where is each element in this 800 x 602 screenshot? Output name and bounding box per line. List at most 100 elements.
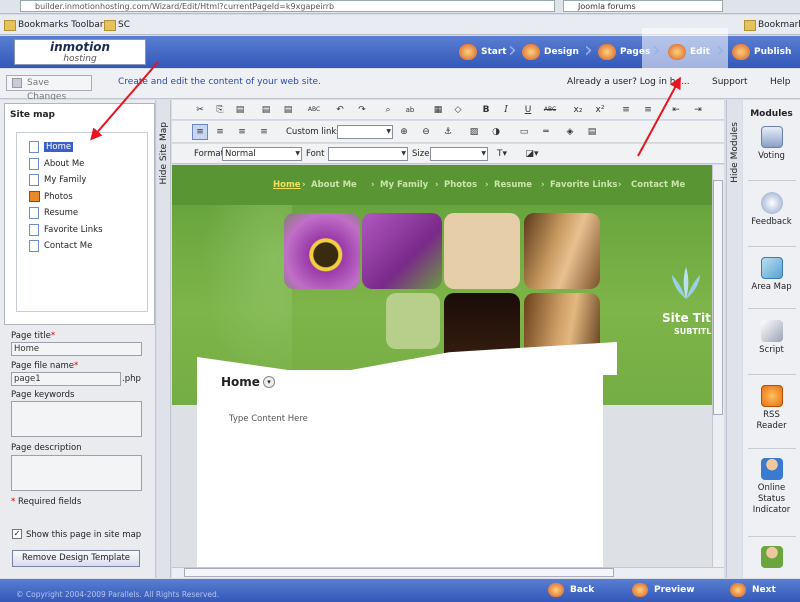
page-keywords-textarea[interactable] xyxy=(11,401,142,437)
replace-icon[interactable]: ab xyxy=(402,102,418,118)
tree-item-label: About Me xyxy=(44,159,85,169)
module-online-status[interactable]: Online Status Indicator xyxy=(743,458,800,516)
tree-item-favorite-links[interactable]: Favorite Links xyxy=(27,222,103,238)
save-changes-button[interactable]: Save Changes xyxy=(6,75,92,102)
tree-item-about-me[interactable]: About Me xyxy=(27,156,84,172)
help-link[interactable]: Help xyxy=(770,77,791,87)
tree-item-resume[interactable]: Resume xyxy=(27,205,78,221)
outdent-icon[interactable]: ⇤ xyxy=(668,102,684,118)
special-char-icon[interactable]: ◈ xyxy=(562,124,578,140)
step-pages[interactable]: Pages xyxy=(594,36,650,68)
font-select[interactable] xyxy=(328,147,408,161)
chevron-right-icon: › xyxy=(652,38,661,63)
indent-icon[interactable]: ⇥ xyxy=(690,102,706,118)
step-design[interactable]: Design xyxy=(518,36,579,68)
subscript-icon[interactable]: x₂ xyxy=(570,102,586,118)
browser-search-field[interactable]: Joomla forums xyxy=(563,0,723,12)
vertical-scroll-thumb[interactable] xyxy=(713,180,723,415)
module-divider xyxy=(748,374,796,375)
align-center-icon[interactable]: ≡ xyxy=(212,124,228,140)
page-title-input[interactable]: Home xyxy=(11,342,142,356)
tree-item-photos[interactable]: Photos xyxy=(27,189,73,205)
bookmark-bookmarks-toolbar[interactable]: Bookmarks Toolbar xyxy=(4,18,104,32)
page-file-name-input[interactable]: page1 xyxy=(11,372,121,386)
strikethrough-icon[interactable]: ABC xyxy=(542,102,558,118)
step-start[interactable]: Start xyxy=(455,36,507,68)
chevron-right-icon: › xyxy=(485,180,489,190)
format-select[interactable]: Normal xyxy=(222,147,302,161)
select-all-icon[interactable]: ▦ xyxy=(430,102,446,118)
page-description-textarea[interactable] xyxy=(11,455,142,491)
bookmark-overflow[interactable]: Bookmark xyxy=(744,18,800,32)
editor-canvas[interactable]: Home › About Me › My Family › Photos › R… xyxy=(172,165,712,567)
custom-links-select[interactable] xyxy=(337,125,393,139)
spellcheck-icon[interactable]: ABC xyxy=(306,102,322,118)
horizontal-rule-icon[interactable]: ═ xyxy=(538,124,554,140)
tree-item-contact-me[interactable]: Contact Me xyxy=(27,238,92,254)
tree-item-my-family[interactable]: My Family xyxy=(27,172,86,188)
content-placeholder[interactable]: Type Content Here xyxy=(229,414,308,424)
justify-icon[interactable]: ≡ xyxy=(256,124,272,140)
remove-format-icon[interactable]: ◇ xyxy=(450,102,466,118)
underline-icon[interactable]: U xyxy=(520,102,536,118)
site-map-title: Site map xyxy=(10,110,55,120)
content-area[interactable] xyxy=(197,370,603,567)
address-field[interactable]: builder.inmotionhosting.com/Wizard/Edit/… xyxy=(20,0,555,12)
italic-icon[interactable]: I xyxy=(498,102,514,118)
find-icon[interactable]: ⌕ xyxy=(380,102,396,118)
step-publish[interactable]: Publish xyxy=(728,36,791,68)
align-left-icon[interactable]: ≡ xyxy=(192,124,208,140)
site-nav-resume[interactable]: Resume xyxy=(494,180,532,190)
copy-icon[interactable]: ⎘ xyxy=(212,102,228,118)
size-select[interactable] xyxy=(430,147,488,161)
horizontal-scroll-thumb[interactable] xyxy=(184,568,614,577)
numbered-list-icon[interactable]: ≡ xyxy=(618,102,634,118)
cut-icon[interactable]: ✂ xyxy=(192,102,208,118)
next-button[interactable]: Next xyxy=(728,579,776,602)
link-icon[interactable]: ⊕ xyxy=(396,124,412,140)
anchor-icon[interactable]: ⚓ xyxy=(440,124,456,140)
paste-word-icon[interactable]: ▤ xyxy=(280,102,296,118)
redo-icon[interactable]: ↷ xyxy=(354,102,370,118)
show-in-site-map-checkbox[interactable]: ✓ xyxy=(12,529,22,539)
bookmark-sc[interactable]: SC xyxy=(104,18,130,32)
text-color-icon[interactable]: T▾ xyxy=(494,146,510,162)
bold-icon[interactable]: B xyxy=(478,102,494,118)
site-nav-favorite-links[interactable]: Favorite Links xyxy=(550,180,617,190)
module-feedback[interactable]: Feedback xyxy=(743,192,800,228)
remove-design-template-button[interactable]: Remove Design Template xyxy=(12,550,140,567)
preview-button[interactable]: Preview xyxy=(630,579,695,602)
source-icon[interactable]: ▤ xyxy=(584,124,600,140)
undo-icon[interactable]: ↶ xyxy=(332,102,348,118)
module-area-map[interactable]: Area Map xyxy=(743,257,800,293)
site-nav-contact-me[interactable]: Contact Me xyxy=(631,180,685,190)
login-link[interactable]: Already a user? Log in he... xyxy=(567,77,690,87)
site-nav-about-me[interactable]: About Me xyxy=(311,180,357,190)
site-nav-my-family[interactable]: My Family xyxy=(380,180,428,190)
align-right-icon[interactable]: ≡ xyxy=(234,124,250,140)
page-icon xyxy=(29,224,39,236)
module-voting[interactable]: Voting xyxy=(743,126,800,162)
unlink-icon[interactable]: ⊖ xyxy=(418,124,434,140)
back-button[interactable]: Back xyxy=(546,579,594,602)
image-icon[interactable]: ▨ xyxy=(466,124,482,140)
paste-icon[interactable]: ▤ xyxy=(232,102,248,118)
background-color-icon[interactable]: ◪▾ xyxy=(524,146,540,162)
flash-icon[interactable]: ◑ xyxy=(488,124,504,140)
page-options-button[interactable]: ▾ xyxy=(263,376,275,388)
module-script[interactable]: Script xyxy=(743,320,800,356)
tree-item-home[interactable]: Home xyxy=(27,139,74,155)
table-icon[interactable]: ▭ xyxy=(516,124,532,140)
hide-modules-bar[interactable]: Hide Modules xyxy=(726,100,742,578)
bulleted-list-icon[interactable]: ≡ xyxy=(640,102,656,118)
site-nav-home[interactable]: Home xyxy=(273,180,301,190)
module-next[interactable] xyxy=(743,546,800,571)
site-nav-photos[interactable]: Photos xyxy=(444,180,477,190)
superscript-icon[interactable]: x² xyxy=(592,102,608,118)
chevron-right-icon: › xyxy=(716,38,725,63)
module-rss-reader[interactable]: RSS Reader xyxy=(743,385,800,432)
hide-site-map-bar[interactable]: Hide Site Map xyxy=(157,100,171,578)
paste-text-icon[interactable]: ▤ xyxy=(258,102,274,118)
support-link[interactable]: Support xyxy=(712,77,748,87)
step-edit[interactable]: Edit xyxy=(664,36,710,68)
